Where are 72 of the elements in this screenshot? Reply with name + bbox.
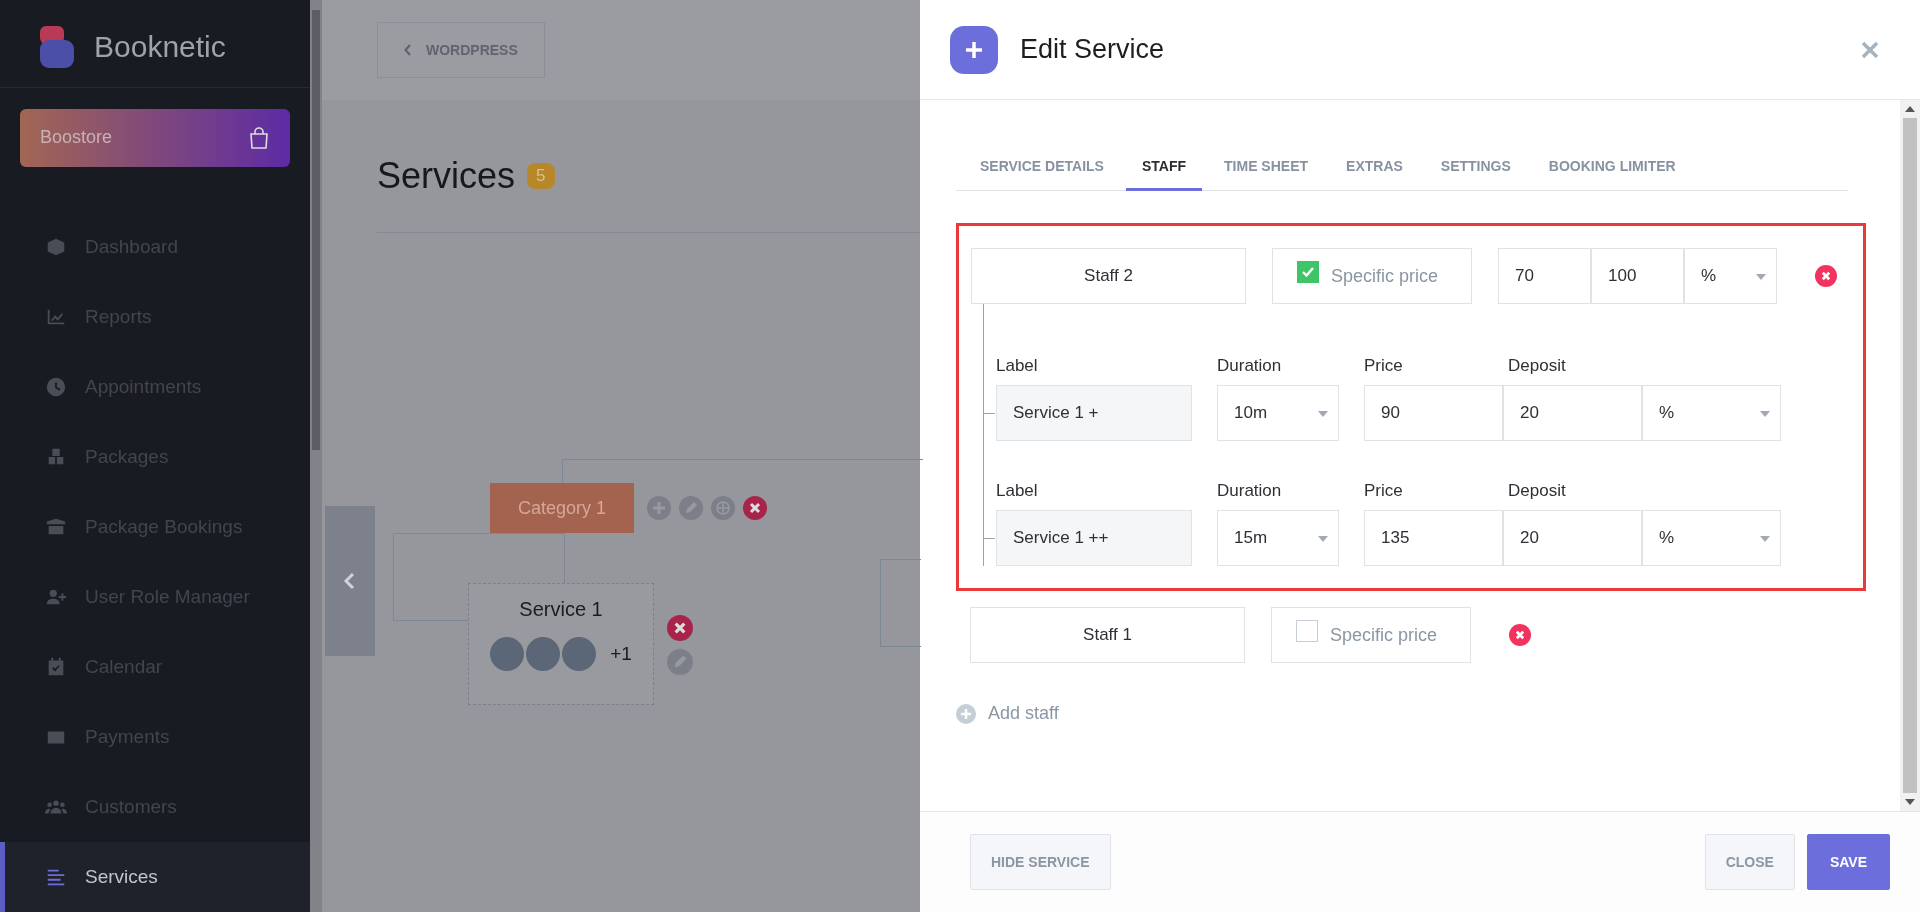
save-button[interactable]: SAVE [1806,834,1890,890]
chevron-left-icon [343,571,357,591]
scrollbar-thumb[interactable] [1903,118,1917,793]
field-label: Label [996,481,1039,501]
logo-icon [40,26,74,69]
tab[interactable]: EXTRAS [1330,152,1419,191]
specific-price-checkbox[interactable]: Specific price [1271,607,1471,663]
service-name: Service 1 [519,598,603,621]
panel-title: Edit Service [1020,34,1166,65]
add-staff-button[interactable]: Add staff [956,703,1059,724]
price-field[interactable]: 90 [1364,385,1503,441]
deposit-type-select[interactable]: % [1642,385,1781,441]
tab[interactable]: SERVICE DETAILS [964,152,1120,191]
tab[interactable]: SETTINGS [1424,152,1527,191]
label-field[interactable]: Service 1 ++ [996,510,1192,566]
pencil-icon[interactable] [667,649,693,675]
staff-name-field[interactable]: Staff 2 [971,248,1246,304]
avatar [562,637,597,671]
field-label: Label [996,356,1039,376]
collapse-button[interactable] [325,506,375,656]
staff-name-field[interactable]: Staff 1 [970,607,1245,663]
price-field[interactable]: 70 [1498,248,1591,304]
price-field[interactable]: 135 [1364,510,1503,566]
add-icon [956,703,976,724]
deposit-field[interactable]: 100 [1591,248,1684,304]
count-badge: 5 [527,163,555,189]
duration-select[interactable]: 15m [1217,510,1339,566]
tab[interactable]: STAFF [1125,152,1203,191]
deposit-type-select[interactable]: % [1684,248,1777,304]
field-label: Duration [1217,356,1283,376]
more-staff-count: +1 [610,643,632,665]
menu-item-icon [45,236,67,258]
remove-icon[interactable] [1815,265,1837,287]
field-label: Price [1364,356,1404,376]
scrollbar-thumb[interactable] [312,10,320,450]
page-title: Services [377,155,516,197]
menu-item-icon [45,376,67,398]
checkbox[interactable] [1296,620,1318,642]
shopping-bag-icon [248,125,270,150]
globe-icon[interactable] [711,496,735,520]
label-field[interactable]: Service 1 + [996,385,1192,441]
sidebar-item[interactable]: Services [0,842,310,912]
close-button[interactable]: CLOSE [1704,834,1795,890]
avatar [526,637,561,671]
add-icon[interactable] [647,496,671,520]
specific-price-checkbox[interactable]: Specific price [1272,248,1472,304]
delete-icon[interactable] [743,496,767,520]
deposit-field[interactable]: 20 [1503,510,1642,566]
service-card[interactable]: Service 1 +1 [468,583,654,705]
field-label: Duration [1217,481,1283,501]
chevron-left-icon [404,44,412,56]
pencil-icon[interactable] [679,496,703,520]
avatar [490,637,525,671]
field-label: Price [1364,481,1404,501]
check-icon [1301,266,1315,278]
deposit-field[interactable]: 20 [1503,385,1642,441]
plus-icon [950,25,998,74]
tab[interactable]: TIME SHEET [1208,152,1325,191]
deposit-type-select[interactable]: % [1642,510,1781,566]
hide-service-button[interactable]: HIDE SERVICE [970,834,1111,890]
duration-select[interactable]: 10m [1217,385,1339,441]
field-label: Deposit [1508,481,1566,501]
back-button[interactable]: WORDPRESS [377,22,545,78]
close-icon[interactable] [1860,39,1880,60]
field-label: Deposit [1508,356,1566,376]
remove-icon[interactable] [1509,624,1531,646]
category-node[interactable]: Category 1 [490,483,634,533]
checkbox[interactable] [1297,261,1319,283]
boostore-button[interactable]: Boostore [20,108,290,167]
brand-name: Booknetic [94,30,226,65]
delete-icon[interactable] [667,615,693,641]
tab[interactable]: BOOKING LIMITER [1532,152,1692,191]
